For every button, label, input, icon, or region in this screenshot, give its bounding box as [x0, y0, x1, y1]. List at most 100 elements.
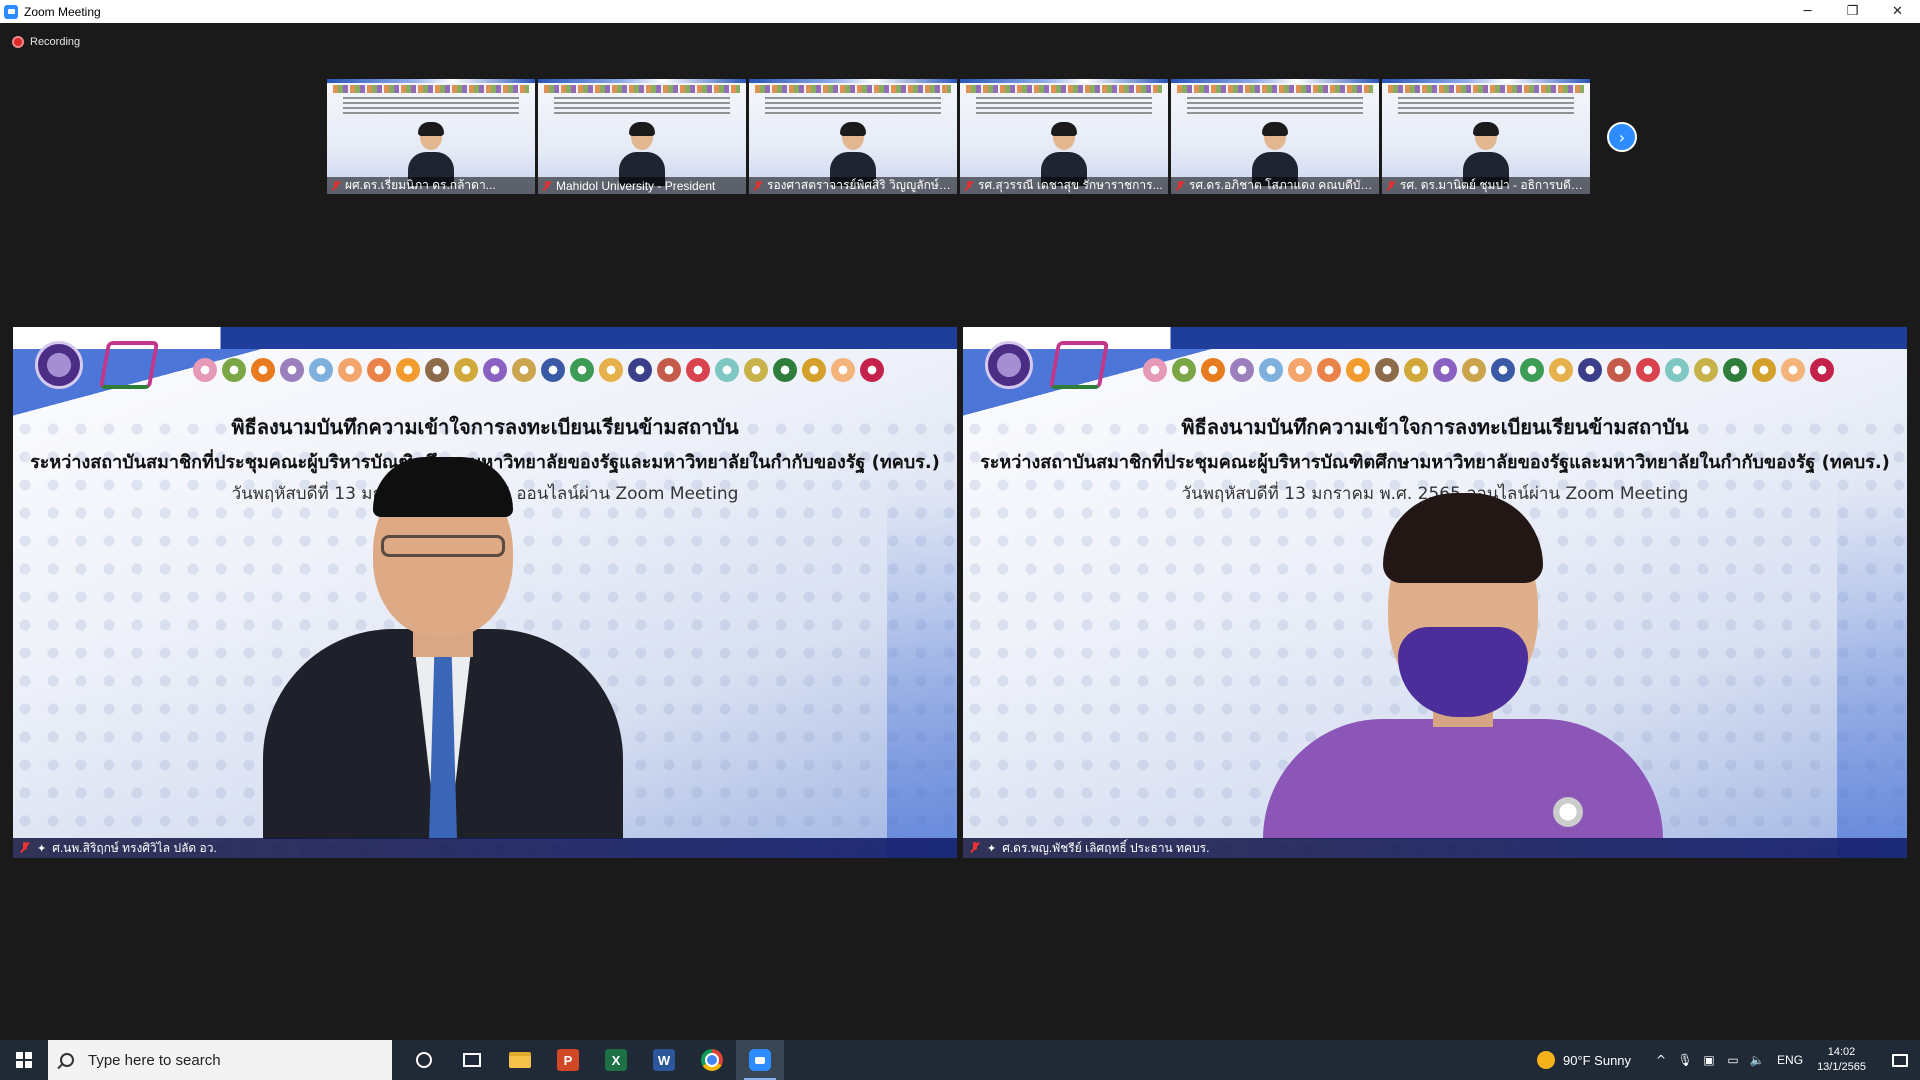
thumb-hair: [840, 122, 866, 136]
title-bar: Zoom Meeting ─ ❐ ✕: [0, 0, 1920, 23]
participant-name: รองศาสตราจารย์พิศสิริ วิญญูลักษ์ อ...: [767, 178, 957, 192]
participant-thumbnail[interactable]: ผศ.ดร.เรี่ยมนิภา ดร.กล้าดา...: [327, 79, 535, 194]
member-emblem-icon: [1752, 358, 1776, 382]
pin-icon[interactable]: ✦: [987, 842, 996, 855]
zoom-taskbar-button[interactable]: [736, 1040, 784, 1080]
member-emblem-icon: [715, 358, 739, 382]
system-tray: 90°F Sunny ^ 🎙 ▣ ▭ 🔈 ENG 14:02 13/1/2565: [1536, 1040, 1920, 1080]
member-emblem-icon: [628, 358, 652, 382]
thumb-slide-text: [554, 97, 730, 115]
thumb-hair: [418, 122, 444, 136]
search-input[interactable]: [88, 1051, 378, 1069]
member-emblem-icon: [599, 358, 623, 382]
language-indicator[interactable]: ENG: [1777, 1053, 1803, 1067]
member-emblem-icon: [1636, 358, 1660, 382]
thumb-hair: [1473, 122, 1499, 136]
speaker-tile-2[interactable]: พิธีลงนามบันทึกความเข้าใจการลงทะเบียนเรี…: [963, 327, 1907, 858]
excel-icon: X: [605, 1049, 627, 1071]
member-emblem-icon: [367, 358, 391, 382]
thumb-emblems: [755, 85, 951, 93]
powerpoint-button[interactable]: P: [544, 1040, 592, 1080]
search-icon: [60, 1053, 74, 1067]
pin-icon[interactable]: ✦: [37, 842, 46, 855]
thumb-name-bar: รศ. ดร.มานิตย์ ชุมปา - อธิการบดี ม...: [1382, 177, 1590, 194]
windows-taskbar: P X W 90°F Sunny ^ 🎙 ▣ ▭ 🔈 ENG 14:02 13/…: [0, 1040, 1920, 1080]
university-logo-icon: [985, 341, 1033, 389]
university-logo-icon: [35, 341, 83, 389]
hair: [1383, 493, 1543, 583]
slide-title: พิธีลงนามบันทึกความเข้าใจการลงทะเบียนเรี…: [231, 415, 739, 439]
member-emblem-icon: [1230, 358, 1254, 382]
member-emblem-icon: [1375, 358, 1399, 382]
purple-dress: [1263, 719, 1663, 839]
weather-text[interactable]: 90°F Sunny: [1563, 1053, 1631, 1068]
minimize-button[interactable]: ─: [1785, 0, 1830, 23]
thumb-name-bar: รองศาสตราจารย์พิศสิริ วิญญูลักษ์ อ...: [749, 177, 957, 194]
thumb-name-bar: รศ.ดร.อภิชาต โสภาแดง คณบดีบัณ...: [1171, 177, 1379, 194]
thumb-slide-stripe: [960, 79, 1168, 83]
zoom-icon: [749, 1049, 771, 1071]
thumb-emblems: [1177, 85, 1373, 93]
slide-right-stripe: [887, 327, 957, 858]
member-emblem-icon: [744, 358, 768, 382]
security-icon[interactable]: ▣: [1697, 1040, 1721, 1080]
member-emblems: [1143, 355, 1872, 385]
thumb-emblems: [544, 85, 740, 93]
windows-logo-icon: [16, 1052, 32, 1068]
thumb-slide-stripe: [1382, 79, 1590, 83]
slide-title: พิธีลงนามบันทึกความเข้าใจการลงทะเบียนเรี…: [1181, 415, 1689, 439]
thumb-hair: [629, 122, 655, 136]
thumb-name-bar: Mahidol University - President: [538, 177, 746, 194]
member-emblem-icon: [686, 358, 710, 382]
network-icon[interactable]: ▭: [1721, 1040, 1745, 1080]
participant-thumbnail[interactable]: รศ. ดร.มานิตย์ ชุมปา - อธิการบดี ม...: [1382, 79, 1590, 194]
clock[interactable]: 14:02 13/1/2565: [1817, 1045, 1866, 1075]
thumb-slide-stripe: [327, 79, 535, 83]
member-emblem-icon: [1549, 358, 1573, 382]
chrome-button[interactable]: [688, 1040, 736, 1080]
participant-thumbnail[interactable]: รศ.ดร.อภิชาต โสภาแดง คณบดีบัณ...: [1171, 79, 1379, 194]
show-hidden-icons-chevron-icon[interactable]: ^: [1649, 1040, 1673, 1080]
task-view-button[interactable]: [448, 1040, 496, 1080]
thumb-emblems: [333, 85, 529, 93]
council-logo-icon: [1048, 341, 1110, 389]
thumb-hair: [1051, 122, 1077, 136]
close-button[interactable]: ✕: [1875, 0, 1920, 23]
member-emblem-icon: [1781, 358, 1805, 382]
notification-center-button[interactable]: [1880, 1040, 1920, 1080]
recording-indicator[interactable]: Recording: [12, 36, 80, 48]
participant-name: รศ.สุวรรณี เดชาสุข รักษาราชการ...: [978, 178, 1163, 192]
speaker-name-bar: ✦ ศ.นพ.สิริฤกษ์ ทรงศิวิไล ปลัด อว.: [13, 838, 957, 858]
word-button[interactable]: W: [640, 1040, 688, 1080]
participant-thumbnail[interactable]: Mahidol University - President: [538, 79, 746, 194]
powerpoint-icon: P: [557, 1049, 579, 1071]
speaker-video-person: [1263, 493, 1663, 839]
member-emblem-icon: [1288, 358, 1312, 382]
participant-thumbnail[interactable]: รศ.สุวรรณี เดชาสุข รักษาราชการ...: [960, 79, 1168, 194]
folder-icon: [509, 1052, 531, 1068]
cortana-button[interactable]: [400, 1040, 448, 1080]
thumb-slide-text: [1398, 97, 1574, 115]
member-emblem-icon: [483, 358, 507, 382]
restore-button[interactable]: ❐: [1830, 0, 1875, 23]
sun-icon[interactable]: [1536, 1051, 1555, 1069]
mic-muted-icon: [969, 842, 981, 854]
volume-icon[interactable]: 🔈: [1745, 1040, 1769, 1080]
microphone-icon[interactable]: 🎙: [1673, 1040, 1697, 1080]
file-explorer-button[interactable]: [496, 1040, 544, 1080]
taskbar-search[interactable]: [48, 1040, 392, 1080]
participant-thumbnail[interactable]: รองศาสตราจารย์พิศสิริ วิญญูลักษ์ อ...: [749, 79, 957, 194]
excel-button[interactable]: X: [592, 1040, 640, 1080]
thumb-slide-text: [343, 97, 519, 115]
brooch: [1553, 797, 1583, 827]
mic-muted-icon: [331, 180, 341, 191]
face-mask: [1398, 627, 1528, 717]
next-page-arrow-icon[interactable]: ›: [1607, 122, 1637, 152]
speaker-tile-1[interactable]: พิธีลงนามบันทึกความเข้าใจการลงทะเบียนเรี…: [13, 327, 957, 858]
member-emblem-icon: [1433, 358, 1457, 382]
participant-name: Mahidol University - President: [556, 178, 716, 193]
recording-dot-icon: [12, 36, 24, 48]
start-button[interactable]: [0, 1040, 48, 1080]
thumb-slide-text: [1187, 97, 1363, 115]
member-emblem-icon: [1143, 358, 1167, 382]
